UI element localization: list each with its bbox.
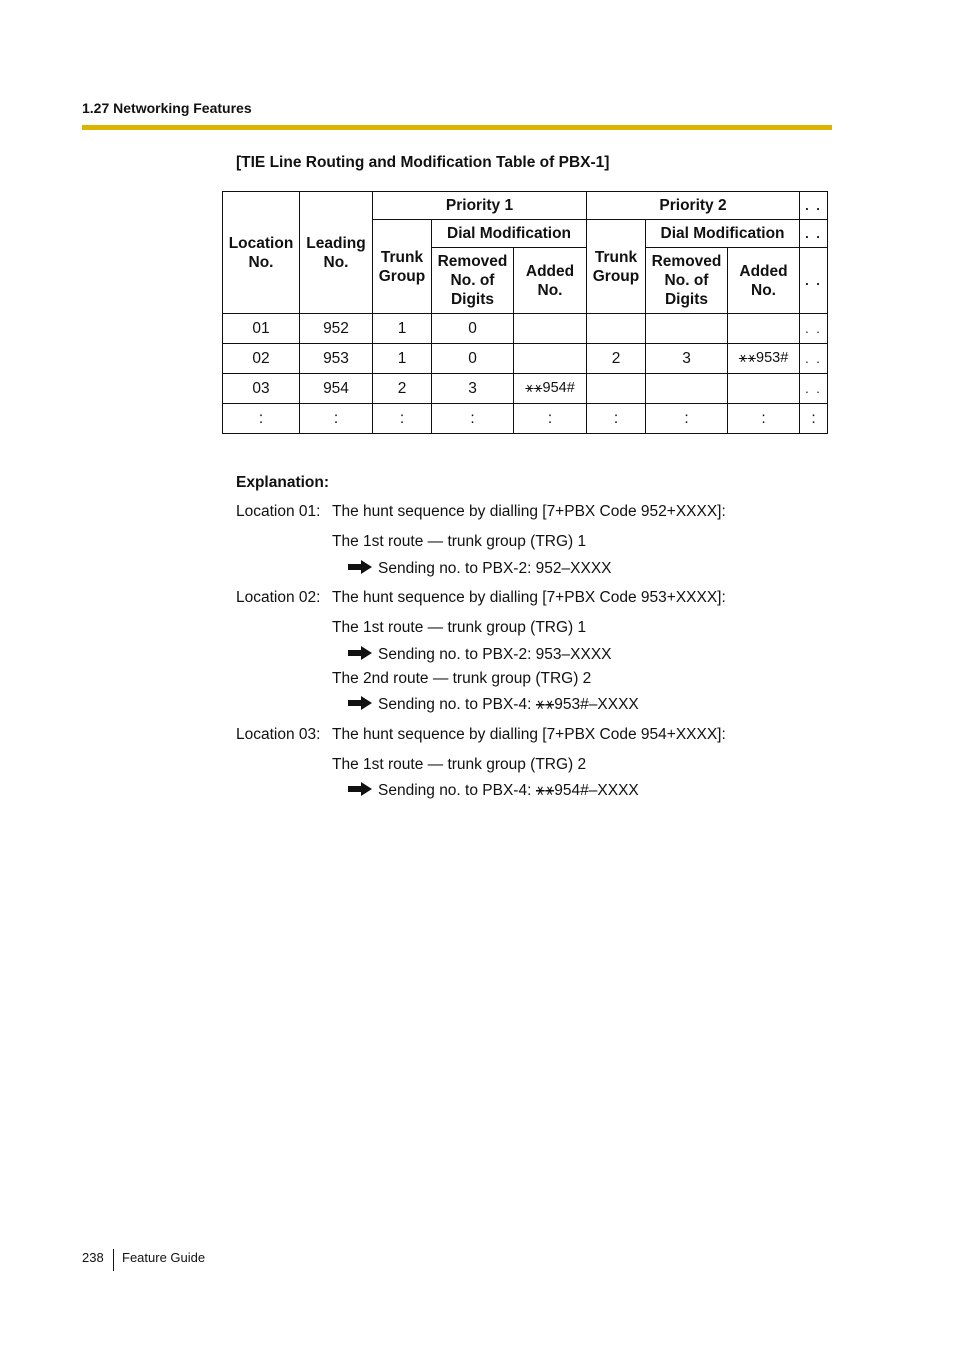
location-label: Location 02:	[236, 589, 321, 606]
cell-location: 02	[222, 343, 300, 374]
cell-leading: 954	[299, 373, 373, 404]
cell-location: :	[222, 403, 300, 434]
cell-more: . .	[799, 343, 828, 374]
cell-p1-trunk: 2	[372, 373, 432, 404]
cell-more: . .	[799, 313, 828, 344]
header-p1-removed: Removed No. of Digits	[431, 247, 514, 314]
route-text: The 1st route — trunk group (TRG) 2	[332, 756, 587, 773]
cell-location: 03	[222, 373, 300, 404]
route-text: The 1st route — trunk group (TRG) 1	[332, 619, 587, 636]
routing-table: Location No. Leading No. Priority 1 Priori…	[222, 191, 828, 434]
cell-p2-removed: 3	[645, 343, 728, 374]
cell-p2-removed	[645, 373, 728, 404]
cell-p2-trunk	[586, 373, 646, 404]
cell-p1-trunk: :	[372, 403, 432, 434]
footer-title: Feature Guide	[122, 1250, 206, 1265]
route-text: The 2nd route — trunk group (TRG) 2	[332, 670, 592, 687]
cell-p2-added	[727, 373, 800, 404]
location-label: Location 03:	[236, 726, 321, 743]
header-p2-added: Added No.	[727, 247, 800, 314]
location-description: The hunt sequence by dialling [7+PBX Cod…	[332, 726, 726, 743]
cell-leading: 952	[299, 313, 373, 344]
cell-p1-removed: 3	[431, 373, 514, 404]
header-leading: Leading No.	[299, 191, 373, 314]
page-number: 238	[82, 1250, 104, 1265]
table-row: 01 952 1 0 . .	[222, 313, 828, 344]
cell-p2-added: ⚹⚹953#	[727, 343, 800, 374]
cell-p2-trunk: 2	[586, 343, 646, 374]
sending-text: Sending no. to PBX-4: ⚹⚹953#–XXXX	[378, 696, 639, 713]
cell-p1-removed: 0	[431, 343, 514, 374]
header-p1-dial-modification: Dial Modification	[431, 219, 587, 248]
footer-divider	[113, 1249, 114, 1271]
location-description: The hunt sequence by dialling [7+PBX Cod…	[332, 589, 726, 606]
table-row: 03 954 2 3 ⚹⚹954# . .	[222, 373, 828, 404]
cell-p2-added	[727, 313, 800, 344]
explanation-title: Explanation:	[236, 474, 330, 491]
header-p2-dial-modification: Dial Modification	[645, 219, 800, 248]
cell-more: :	[799, 403, 828, 434]
header-p2-removed: Removed No. of Digits	[645, 247, 728, 314]
header-p1-trunk-group: Trunk Group	[372, 219, 432, 314]
arrow-right-icon	[348, 560, 372, 574]
sending-text: Sending no. to PBX-2: 953–XXXX	[378, 646, 612, 663]
sending-line: Sending no. to PBX-4: ⚹⚹954#–XXXX	[348, 782, 639, 800]
header-priority-2: Priority 2	[586, 191, 800, 220]
cell-p1-removed: :	[431, 403, 514, 434]
cell-p1-added	[513, 313, 587, 344]
cell-p2-removed: :	[645, 403, 728, 434]
location-description: The hunt sequence by dialling [7+PBX Cod…	[332, 503, 726, 520]
cell-p2-removed	[645, 313, 728, 344]
sending-text: Sending no. to PBX-2: 952–XXXX	[378, 560, 612, 577]
sending-line: Sending no. to PBX-2: 952–XXXX	[348, 560, 612, 578]
cell-p2-trunk	[586, 313, 646, 344]
section-header: 1.27 Networking Features	[82, 100, 252, 116]
table-row: 02 953 1 0 2 3 ⚹⚹953# . .	[222, 343, 828, 374]
cell-leading: :	[299, 403, 373, 434]
arrow-right-icon	[348, 696, 372, 710]
cell-p1-removed: 0	[431, 313, 514, 344]
header-priority-1: Priority 1	[372, 191, 587, 220]
table-title: [TIE Line Routing and Modification Table…	[236, 154, 610, 171]
sending-text: Sending no. to PBX-4: ⚹⚹954#–XXXX	[378, 782, 639, 799]
cell-p1-trunk: 1	[372, 313, 432, 344]
sending-line: Sending no. to PBX-4: ⚹⚹953#–XXXX	[348, 696, 639, 714]
header-accent-bar	[82, 125, 832, 130]
header-row-1: Location No. Leading No. Priority 1 Priori…	[222, 191, 828, 314]
header-p2-trunk-group: Trunk Group	[586, 219, 646, 314]
cell-p1-added	[513, 343, 587, 374]
cell-location: 01	[222, 313, 300, 344]
arrow-right-icon	[348, 646, 372, 660]
header-more: . .	[799, 219, 828, 248]
header-location: Location No.	[222, 191, 300, 314]
table-row-continuation: : : : : : : : : :	[222, 403, 828, 434]
location-label: Location 01:	[236, 503, 321, 520]
cell-p2-added: :	[727, 403, 800, 434]
cell-p2-trunk: :	[586, 403, 646, 434]
route-text: The 1st route — trunk group (TRG) 1	[332, 533, 587, 550]
cell-more: . .	[799, 373, 828, 404]
header-more: . .	[799, 247, 828, 314]
header-more: . .	[799, 191, 828, 220]
cell-p1-trunk: 1	[372, 343, 432, 374]
cell-p1-added: ⚹⚹954#	[513, 373, 587, 404]
cell-leading: 953	[299, 343, 373, 374]
header-p1-added: Added No.	[513, 247, 587, 314]
arrow-right-icon	[348, 782, 372, 796]
sending-line: Sending no. to PBX-2: 953–XXXX	[348, 646, 612, 664]
cell-p1-added: :	[513, 403, 587, 434]
